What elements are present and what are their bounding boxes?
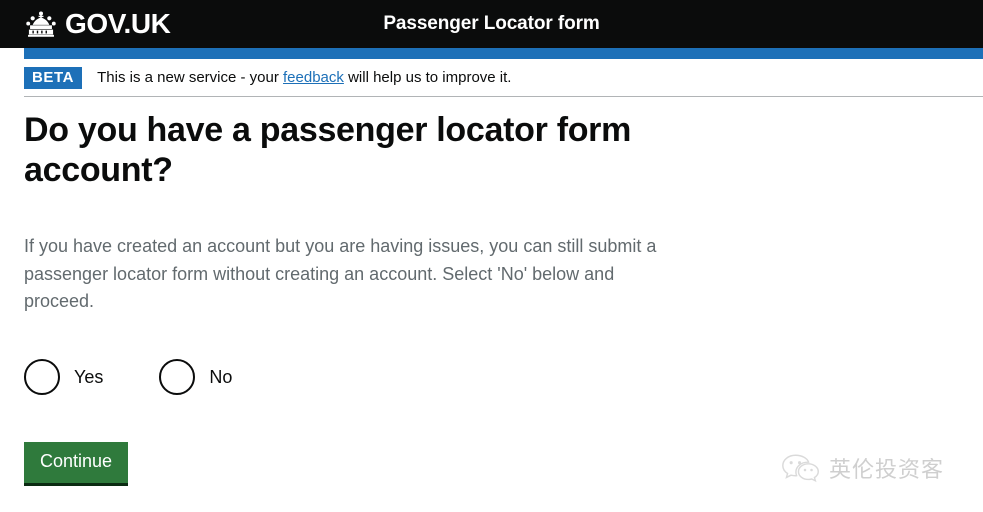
radio-circle-yes[interactable]: [24, 359, 60, 396]
govuk-logo-link[interactable]: GOV.UK: [24, 10, 171, 38]
page-title: Do you have a passenger locator form acc…: [24, 111, 632, 190]
watermark-text: 英伦投资客: [829, 458, 945, 483]
phase-text-before: This is a new service - your: [97, 68, 284, 86]
phase-text-after: will help us to improve it.: [343, 68, 512, 86]
phase-banner-text: This is a new service - your feedback wi…: [97, 69, 511, 87]
blue-accent-bar: [24, 48, 983, 59]
account-radio-group: Yes No: [24, 359, 724, 396]
main-content: Do you have a passenger locator form acc…: [24, 110, 724, 484]
radio-option-yes[interactable]: Yes: [24, 359, 104, 396]
radio-option-no[interactable]: No: [159, 359, 233, 396]
radio-label-yes: Yes: [74, 367, 104, 388]
wechat-icon: [781, 453, 821, 483]
crown-icon: [24, 10, 58, 38]
wechat-watermark: 英伦投资客: [781, 452, 944, 484]
radio-label-no: No: [209, 367, 233, 388]
phase-banner: BETA This is a new service - your feedba…: [24, 59, 983, 97]
beta-tag: BETA: [24, 66, 83, 89]
govuk-header: GOV.UK Passenger Locator form: [0, 0, 983, 48]
radio-circle-no[interactable]: [159, 359, 196, 396]
govuk-logo-text: GOV.UK: [65, 8, 171, 39]
body-paragraph: If you have created an account but you a…: [24, 236, 657, 311]
feedback-link[interactable]: feedback: [283, 69, 344, 86]
continue-button[interactable]: Continue: [24, 442, 129, 484]
